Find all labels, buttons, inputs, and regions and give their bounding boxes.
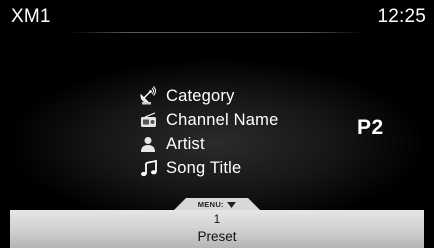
channel-name-label: Channel Name	[166, 110, 279, 129]
clock: 12:25	[377, 6, 426, 27]
category-row: Category	[138, 84, 278, 108]
menu-label-text: MENU:	[197, 200, 224, 209]
menu-tab[interactable]: MENU:	[174, 198, 260, 210]
music-note-icon	[138, 158, 158, 178]
menu-label: MENU:	[174, 200, 260, 209]
xm-radio-screen: XM1 12:25 Category Channel Name Artist S…	[0, 0, 434, 248]
song-title-label: Song Title	[166, 158, 242, 177]
person-icon	[138, 134, 158, 154]
preset-button[interactable]: 1 Preset	[10, 210, 424, 248]
preset-button-number: 1	[213, 214, 221, 226]
channel-name-row: Channel Name	[138, 108, 278, 132]
category-label: Category	[166, 86, 235, 105]
header-divider	[70, 32, 364, 33]
artist-row: Artist	[138, 132, 278, 156]
radio-icon	[138, 110, 158, 130]
song-title-row: Song Title	[138, 156, 278, 180]
track-info-panel: Category Channel Name Artist Song Title	[138, 84, 278, 180]
satellite-dish-icon	[138, 86, 158, 106]
current-preset-indicator: P2	[357, 116, 384, 139]
triangle-down-icon	[227, 202, 237, 209]
preset-button-label: Preset	[197, 229, 237, 244]
source-label: XM1	[11, 6, 51, 27]
artist-label: Artist	[166, 134, 205, 153]
